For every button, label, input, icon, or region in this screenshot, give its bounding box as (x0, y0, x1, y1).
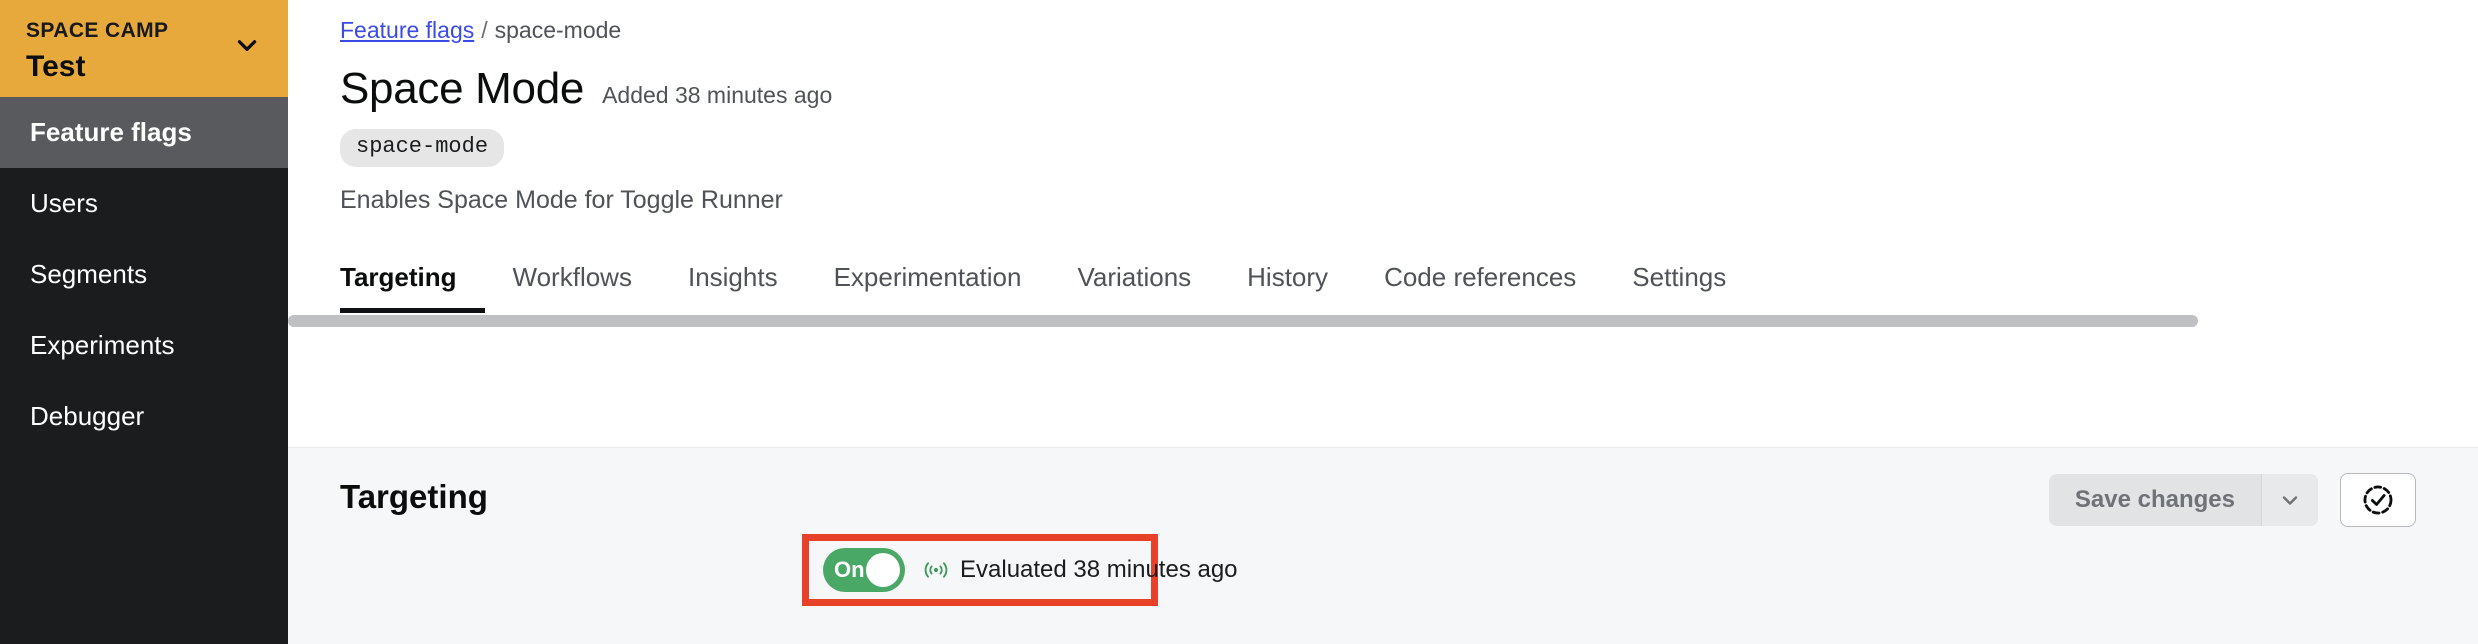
tab-label: Variations (1077, 262, 1192, 292)
sidebar-item-feature-flags[interactable]: Feature flags (0, 97, 288, 168)
chevron-down-icon[interactable] (234, 32, 260, 58)
org-switcher[interactable]: SPACE CAMP Test (0, 0, 288, 97)
horizontal-scrollbar[interactable] (288, 313, 2478, 329)
sidebar-item-label: Users (30, 188, 98, 218)
tab-workflows[interactable]: Workflows (485, 262, 660, 313)
tab-list: Targeting Workflows Insights Experimenta… (288, 245, 2478, 313)
breadcrumb: Feature flags / space-mode (340, 0, 2478, 45)
sidebar-item-segments[interactable]: Segments (0, 239, 288, 310)
breadcrumb-separator: / (481, 17, 488, 43)
org-name: Test (26, 50, 86, 83)
tab-label: Experimentation (833, 262, 1022, 292)
tab-label: History (1247, 262, 1329, 292)
save-changes-button[interactable]: Save changes (2048, 474, 2261, 526)
tab-code-references[interactable]: Code references (1356, 262, 1604, 313)
page-title: Space Mode (340, 64, 585, 113)
tab-label: Workflows (512, 262, 632, 292)
evaluation-status: Evaluated 38 minutes ago (922, 556, 1238, 584)
flag-added-timestamp: Added 38 minutes ago (602, 82, 833, 108)
sidebar-item-users[interactable]: Users (0, 168, 288, 239)
targeting-panel: Targeting Save changes (288, 447, 2478, 644)
chevron-down-icon[interactable] (2262, 474, 2318, 526)
sidebar-item-experiments[interactable]: Experiments (0, 310, 288, 381)
targeting-actions: Save changes (2048, 473, 2416, 527)
save-changes-split-button[interactable]: Save changes (2048, 474, 2318, 526)
targeting-heading: Targeting (340, 478, 488, 515)
flag-header: Feature flags / space-mode Space Mode Ad… (288, 0, 2478, 215)
tab-label: Insights (687, 262, 778, 292)
app-root: SPACE CAMP Test Feature flags Users Segm… (0, 0, 2478, 644)
breadcrumb-link-feature-flags[interactable]: Feature flags (340, 15, 474, 45)
tab-history[interactable]: History (1219, 262, 1356, 313)
flag-status-highlight: On Evaluated 38 minutes ago (802, 534, 1238, 606)
flag-key-tag[interactable]: space-mode (340, 129, 505, 167)
flag-toggle-label: On (834, 557, 865, 582)
tab-label: Code references (1384, 262, 1577, 292)
sidebar: SPACE CAMP Test Feature flags Users Segm… (0, 0, 288, 644)
flag-toggle[interactable]: On (823, 548, 905, 592)
approval-check-circle-icon[interactable] (2340, 473, 2416, 527)
sidebar-item-debugger[interactable]: Debugger (0, 381, 288, 452)
sidebar-item-label: Experiments (30, 330, 175, 360)
tab-label: Settings (1632, 262, 1727, 292)
tab-variations[interactable]: Variations (1049, 262, 1219, 313)
sidebar-item-label: Feature flags (30, 117, 192, 147)
sidebar-nav: Feature flags Users Segments Experiments… (0, 97, 288, 452)
sidebar-item-label: Segments (30, 259, 148, 289)
org-label: SPACE CAMP (26, 19, 169, 42)
scrollbar-thumb[interactable] (288, 315, 2198, 327)
broadcast-signal-icon (922, 558, 950, 582)
tab-experimentation[interactable]: Experimentation (806, 262, 1050, 313)
toggle-knob (866, 553, 900, 587)
tab-bar: Targeting Workflows Insights Experimenta… (288, 245, 2478, 329)
flag-title-row: Space Mode Added 38 minutes ago (340, 63, 2478, 115)
breadcrumb-current: space-mode (494, 17, 622, 43)
evaluated-text: Evaluated 38 minutes ago (960, 556, 1238, 583)
main-content: Feature flags / space-mode Space Mode Ad… (288, 0, 2478, 644)
tab-label: Targeting (340, 262, 457, 292)
targeting-panel-header: Targeting Save changes (288, 448, 2478, 527)
sidebar-item-label: Debugger (30, 401, 145, 431)
tab-insights[interactable]: Insights (660, 262, 806, 313)
flag-description: Enables Space Mode for Toggle Runner (340, 186, 783, 214)
tab-targeting[interactable]: Targeting (340, 262, 485, 313)
tab-settings[interactable]: Settings (1604, 262, 1754, 313)
